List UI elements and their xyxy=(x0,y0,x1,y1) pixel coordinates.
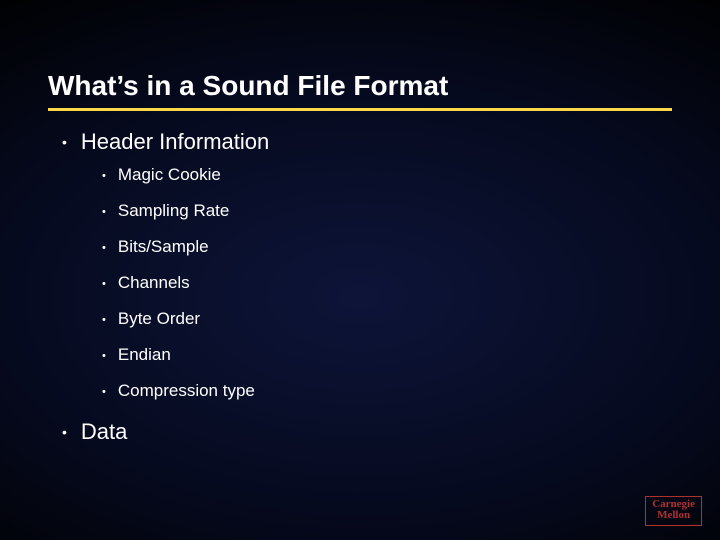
item-label: Endian xyxy=(118,345,171,365)
bullet-level1: • Header Information xyxy=(62,129,672,155)
list-item: • Channels xyxy=(102,273,672,293)
list-item: • Sampling Rate xyxy=(102,201,672,221)
item-label: Channels xyxy=(118,273,190,293)
slide-title: What’s in a Sound File Format xyxy=(48,70,672,111)
item-label: Compression type xyxy=(118,381,255,401)
list-item: • Compression type xyxy=(102,381,672,401)
bullet-icon: • xyxy=(102,387,106,398)
item-label: Magic Cookie xyxy=(118,165,221,185)
bullet-icon: • xyxy=(102,351,106,362)
item-label: Sampling Rate xyxy=(118,201,230,221)
logo-line2: Mellon xyxy=(652,510,695,522)
bullet-icon: • xyxy=(102,171,106,182)
list-item: • Byte Order xyxy=(102,309,672,329)
bullet-icon: • xyxy=(62,135,67,149)
list-item: • Header Information xyxy=(62,129,672,155)
list-item: • Bits/Sample xyxy=(102,237,672,257)
bullet-icon: • xyxy=(102,207,106,218)
item-label: Byte Order xyxy=(118,309,200,329)
list-item: • Endian xyxy=(102,345,672,365)
bullet-icon: • xyxy=(62,425,67,439)
bullet-level2: • Magic Cookie • Sampling Rate • Bits/Sa… xyxy=(102,165,672,401)
item-label: Bits/Sample xyxy=(118,237,209,257)
bullet-icon: • xyxy=(102,243,106,254)
list-item: • Magic Cookie xyxy=(102,165,672,185)
slide: What’s in a Sound File Format • Header I… xyxy=(0,0,720,540)
bullet-icon: • xyxy=(102,279,106,290)
item-label: Header Information xyxy=(81,129,269,155)
bullet-level1: • Data xyxy=(62,419,672,445)
carnegie-mellon-logo: Carnegie Mellon xyxy=(645,496,702,526)
item-label: Data xyxy=(81,419,127,445)
bullet-icon: • xyxy=(102,315,106,326)
list-item: • Data xyxy=(62,419,672,445)
